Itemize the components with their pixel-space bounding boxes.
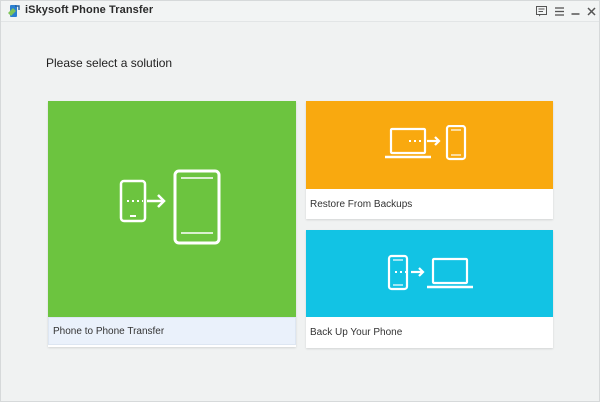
tile-label: Back Up Your Phone <box>306 317 553 348</box>
tile-face <box>48 101 296 317</box>
page-heading: Please select a solution <box>46 56 173 70</box>
restore-from-backups-tile[interactable]: Restore From Backups <box>306 101 553 219</box>
app-title: iSkysoft Phone Transfer <box>25 4 154 16</box>
menu-button[interactable] <box>551 3 567 19</box>
close-button[interactable] <box>583 3 599 19</box>
feedback-button[interactable] <box>533 3 549 19</box>
title-bar: iSkysoft Phone Transfer <box>1 1 599 22</box>
back-up-your-phone-tile[interactable]: Back Up Your Phone <box>306 230 553 348</box>
phone-to-phone-tile[interactable]: Phone to Phone Transfer <box>48 101 296 347</box>
phone-to-laptop-icon <box>387 254 473 290</box>
tile-face <box>306 230 553 317</box>
tile-face <box>306 101 553 189</box>
laptop-to-phone-icon <box>384 125 466 161</box>
minimize-icon <box>571 12 579 15</box>
app-logo-icon <box>8 5 20 17</box>
tile-label: Restore From Backups <box>306 189 553 219</box>
tile-label: Phone to Phone Transfer <box>48 317 296 345</box>
menu-icon <box>554 6 564 16</box>
phone-to-phone-icon <box>119 169 221 245</box>
minimize-button[interactable] <box>567 3 583 19</box>
app-window: iSkysoft Phone Transfer Please select a … <box>0 0 600 402</box>
close-icon <box>586 6 596 16</box>
feedback-icon <box>535 5 547 16</box>
